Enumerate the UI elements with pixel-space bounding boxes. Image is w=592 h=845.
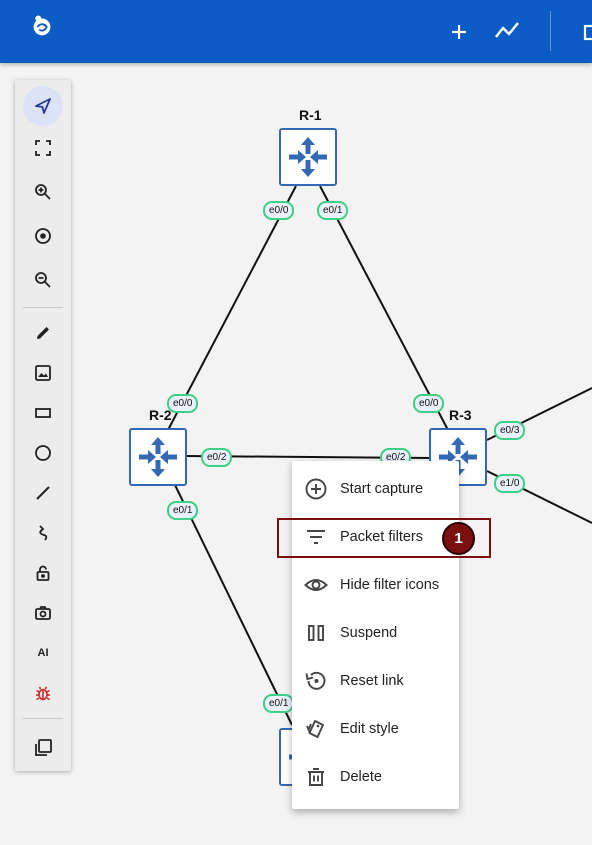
rectangle-icon[interactable] [23, 393, 63, 433]
lock-open-icon[interactable] [23, 553, 63, 593]
drawing-toolbar: AI [15, 80, 71, 771]
interface-tag[interactable]: e0/0 [413, 394, 445, 413]
step-badge: 1 [442, 522, 475, 555]
plus-circle-icon [305, 478, 327, 500]
menu-item-label: Reset link [340, 673, 404, 689]
interface-tag[interactable]: e0/1 [317, 201, 349, 220]
window-icon[interactable] [578, 18, 592, 46]
interface-tag[interactable]: e0/1 [263, 694, 295, 713]
navigation-arrow-icon[interactable] [23, 86, 63, 126]
style-icon [306, 720, 324, 738]
reset-icon [305, 671, 326, 690]
ai-icon[interactable]: AI [23, 633, 63, 673]
menu-item-label: Edit style [340, 721, 399, 737]
interface-tag[interactable]: e0/3 [494, 421, 526, 440]
center-target-icon[interactable] [23, 216, 63, 256]
interface-tag[interactable]: e0/0 [167, 394, 199, 413]
interface-tag[interactable]: e0/2 [201, 448, 233, 467]
curve-icon[interactable] [23, 513, 63, 553]
node-label-r1: R-1 [299, 107, 322, 123]
interface-tag[interactable]: e1/0 [494, 474, 526, 493]
menu-item-hide-filter-icons[interactable]: Hide filter icons [292, 561, 459, 609]
menu-item-reset-link[interactable]: Reset link [292, 657, 459, 705]
image-icon[interactable] [23, 353, 63, 393]
top-app-bar [0, 0, 592, 63]
fit-screen-icon[interactable] [23, 128, 63, 168]
pause-icon [308, 625, 324, 641]
camera-icon[interactable] [23, 593, 63, 633]
link-context-menu: Start capture Packet filters Hide filter… [292, 461, 459, 809]
toolbar-divider [550, 11, 551, 51]
line-icon[interactable] [23, 473, 63, 513]
zoom-in-icon[interactable] [23, 172, 63, 212]
menu-item-label: Hide filter icons [340, 577, 440, 593]
menu-item-label: Delete [340, 769, 382, 785]
toolbar-separator [23, 718, 63, 719]
interface-tag[interactable]: e0/1 [167, 501, 199, 520]
plus-icon[interactable] [445, 18, 473, 46]
menu-item-delete[interactable]: Delete [292, 753, 459, 801]
toolbar-separator [23, 307, 63, 308]
zoom-out-icon[interactable] [23, 260, 63, 300]
router-icon [139, 437, 177, 477]
menu-item-suspend[interactable]: Suspend [292, 609, 459, 657]
router-r1[interactable] [279, 128, 337, 186]
gns3-logo-icon[interactable] [28, 12, 56, 40]
interface-tag[interactable]: e0/0 [263, 201, 295, 220]
router-r2[interactable] [129, 428, 187, 486]
copy-icon[interactable] [23, 728, 63, 768]
menu-item-start-capture[interactable]: Start capture [292, 465, 459, 513]
menu-item-label: Suspend [340, 625, 398, 641]
circle-icon[interactable] [23, 433, 63, 473]
ai-label: AI [37, 647, 49, 659]
link-r2-r4[interactable] [174, 484, 293, 726]
node-label-r3: R-3 [449, 407, 472, 423]
eye-icon [304, 579, 328, 591]
trash-icon [308, 768, 324, 786]
bug-icon[interactable] [23, 673, 63, 713]
pencil-icon[interactable] [23, 313, 63, 353]
menu-item-edit-style[interactable]: Edit style [292, 705, 459, 753]
router-icon [289, 137, 327, 177]
chart-line-icon[interactable] [493, 16, 521, 44]
menu-item-label: Start capture [340, 481, 424, 497]
